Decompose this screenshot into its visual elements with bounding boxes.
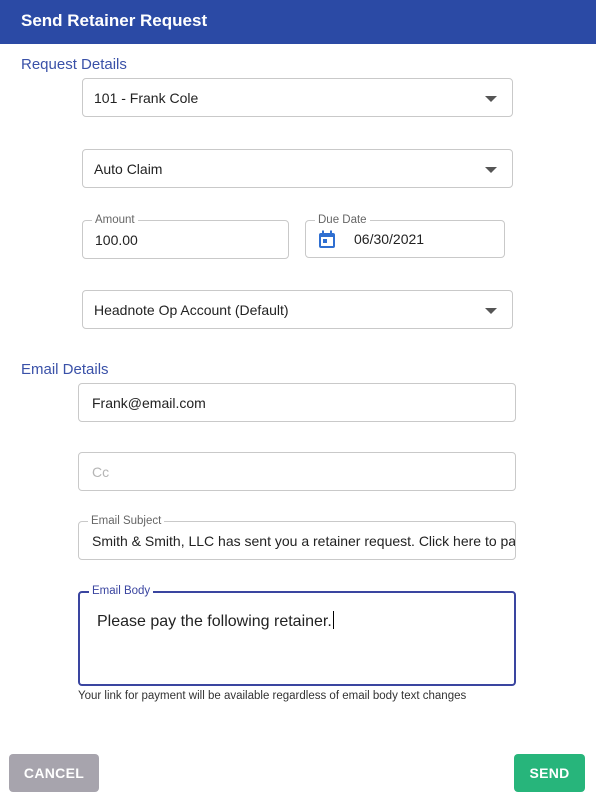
- email-subject-field[interactable]: Email Subject Smith & Smith, LLC has sen…: [78, 515, 516, 560]
- email-cc-placeholder: Cc: [92, 464, 110, 480]
- email-body-value: Please pay the following retainer.: [97, 613, 332, 630]
- chevron-down-icon: [485, 166, 497, 173]
- dialog-title: Send Retainer Request: [21, 11, 208, 30]
- send-button[interactable]: SEND: [514, 754, 585, 792]
- due-date-label: Due Date: [315, 214, 370, 227]
- email-body-label: Email Body: [89, 585, 154, 598]
- request-details-heading: Request Details: [21, 56, 127, 73]
- due-date-field[interactable]: Due Date 06/30/2021: [305, 214, 505, 258]
- amount-field[interactable]: Amount 100.00: [82, 214, 289, 259]
- email-to-value: Frank@email.com: [92, 395, 206, 411]
- matter-select-value: Auto Claim: [94, 161, 163, 177]
- cancel-button[interactable]: CANCEL: [9, 754, 99, 792]
- calendar-icon[interactable]: [318, 230, 336, 249]
- email-details-heading: Email Details: [21, 361, 109, 378]
- due-date-value: 06/30/2021: [354, 231, 425, 247]
- text-cursor: [332, 611, 334, 629]
- dialog-header: Send Retainer Request: [0, 0, 596, 44]
- chevron-down-icon: [485, 95, 497, 102]
- email-subject-value: Smith & Smith, LLC has sent you a retain…: [92, 533, 515, 549]
- email-body-text: Please pay the following retainer.: [97, 611, 334, 631]
- amount-label: Amount: [92, 214, 138, 227]
- matter-select[interactable]: Auto Claim: [82, 149, 513, 188]
- email-subject-label: Email Subject: [88, 515, 165, 528]
- email-body-field[interactable]: Email Body Please pay the following reta…: [78, 585, 516, 686]
- email-to-field[interactable]: Frank@email.com: [78, 383, 516, 422]
- email-body-helper-text: Your link for payment will be available …: [78, 690, 467, 702]
- email-cc-field[interactable]: Cc: [78, 452, 516, 491]
- chevron-down-icon: [485, 307, 497, 314]
- account-select-value: Headnote Op Account (Default): [94, 302, 289, 318]
- amount-value: 100.00: [95, 232, 138, 248]
- account-select[interactable]: Headnote Op Account (Default): [82, 290, 513, 329]
- client-select[interactable]: 101 - Frank Cole: [82, 78, 513, 117]
- client-select-value: 101 - Frank Cole: [94, 90, 199, 106]
